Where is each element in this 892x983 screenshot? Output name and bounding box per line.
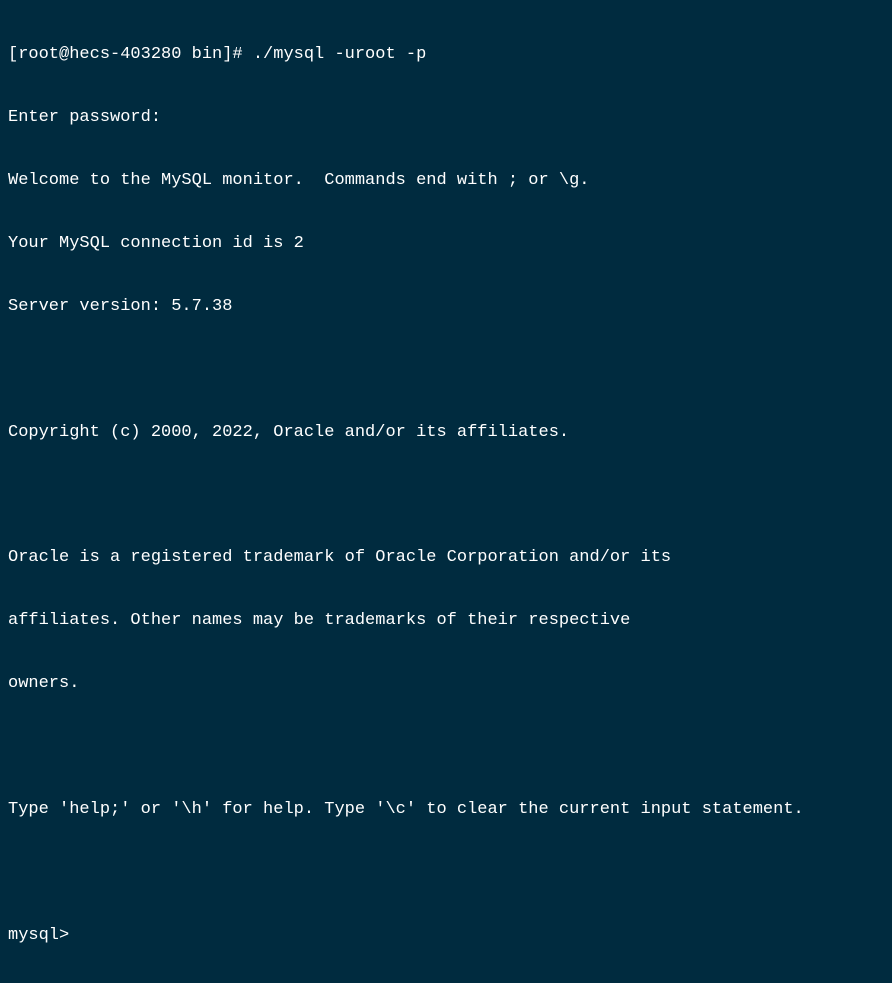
- blank-line: [8, 731, 884, 762]
- welcome-message: Welcome to the MySQL monitor. Commands e…: [8, 165, 884, 196]
- trademark-notice: owners.: [8, 668, 884, 699]
- trademark-notice: affiliates. Other names may be trademark…: [8, 605, 884, 636]
- blank-line: [8, 480, 884, 511]
- copyright-notice: Copyright (c) 2000, 2022, Oracle and/or …: [8, 417, 884, 448]
- blank-line: [8, 354, 884, 385]
- trademark-notice: Oracle is a registered trademark of Orac…: [8, 542, 884, 573]
- password-prompt: Enter password:: [8, 102, 884, 133]
- server-version: Server version: 5.7.38: [8, 291, 884, 322]
- help-message: Type 'help;' or '\h' for help. Type '\c'…: [8, 794, 884, 825]
- connection-id: Your MySQL connection id is 2: [8, 228, 884, 259]
- blank-line: [8, 857, 884, 888]
- terminal-output[interactable]: [root@hecs-403280 bin]# ./mysql -uroot -…: [8, 8, 884, 983]
- mysql-prompt[interactable]: mysql>: [8, 920, 884, 951]
- shell-prompt-line: [root@hecs-403280 bin]# ./mysql -uroot -…: [8, 39, 884, 70]
